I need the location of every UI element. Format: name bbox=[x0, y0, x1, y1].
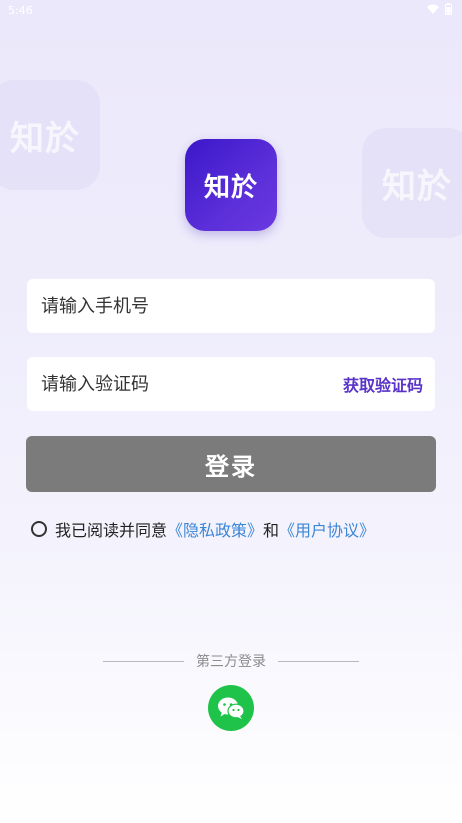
third-party-label: 第三方登录 bbox=[196, 654, 266, 670]
user-agreement-link[interactable]: 《用户协议》 bbox=[279, 517, 375, 541]
phone-input[interactable] bbox=[39, 278, 423, 334]
third-party-divider: 第三方登录 bbox=[103, 650, 359, 672]
agreement-conjunction: 和 bbox=[263, 521, 280, 540]
phone-field[interactable] bbox=[27, 278, 435, 334]
watermark-logo-right: 知於 bbox=[362, 128, 462, 238]
watermark-text: 知於 bbox=[382, 166, 452, 207]
watermark-logo-left: 知於 bbox=[0, 80, 100, 190]
agreement-row: 我已阅读并同意 《隐私政策》 和 《用户协议》 bbox=[31, 518, 375, 540]
battery-icon bbox=[445, 3, 452, 15]
status-bar: 5:46 bbox=[0, 0, 462, 22]
watermark-text: 知於 bbox=[10, 118, 80, 159]
wifi-icon bbox=[427, 4, 439, 14]
status-time: 5:46 bbox=[8, 4, 33, 17]
login-button[interactable]: 登录 bbox=[26, 436, 436, 492]
radio-unchecked-icon[interactable] bbox=[31, 521, 47, 537]
code-field[interactable]: 获取验证码 bbox=[27, 356, 435, 412]
wechat-icon bbox=[218, 697, 245, 719]
privacy-policy-link[interactable]: 《隐私政策》 bbox=[167, 517, 263, 541]
divider-line-right bbox=[278, 660, 359, 662]
get-code-button[interactable]: 获取验证码 bbox=[343, 372, 423, 396]
divider-line-left bbox=[103, 660, 184, 662]
status-icons bbox=[427, 3, 452, 15]
agreement-prefix: 我已阅读并同意 bbox=[55, 521, 168, 540]
code-input[interactable] bbox=[39, 356, 343, 412]
wechat-login-button[interactable] bbox=[208, 685, 254, 731]
logo-text: 知於 bbox=[203, 172, 258, 203]
app-logo: 知於 bbox=[185, 139, 277, 231]
